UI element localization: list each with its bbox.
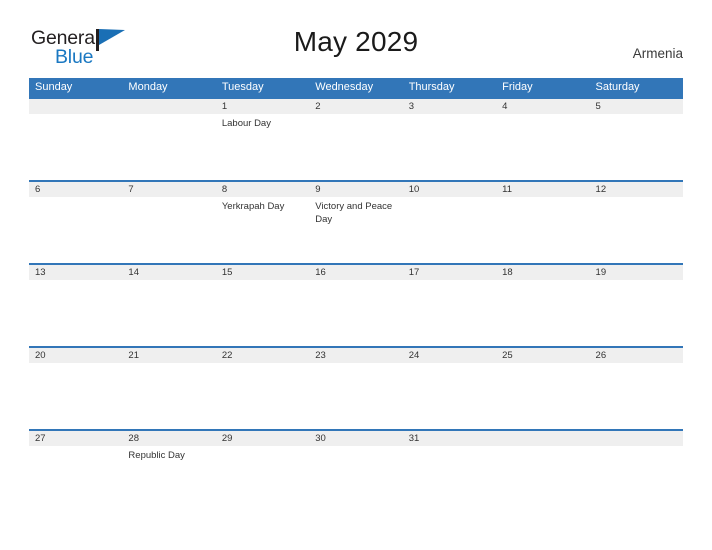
date-number[interactable]: 20: [29, 348, 122, 363]
week-date-band: 13 14 15 16 17 18 19: [29, 265, 683, 280]
day-event[interactable]: [29, 114, 122, 180]
day-event[interactable]: [29, 280, 122, 346]
weekday-header-row: Sunday Monday Tuesday Wednesday Thursday…: [29, 78, 683, 97]
day-event[interactable]: [216, 363, 309, 429]
date-number[interactable]: 13: [29, 265, 122, 280]
date-number[interactable]: 24: [403, 348, 496, 363]
week-row: 27 28 29 30 31 Republic Day: [29, 429, 683, 476]
day-event[interactable]: [216, 280, 309, 346]
date-number[interactable]: 1: [216, 99, 309, 114]
day-event[interactable]: [590, 114, 683, 180]
date-number[interactable]: 3: [403, 99, 496, 114]
week-date-band: 20 21 22 23 24 25 26: [29, 348, 683, 363]
calendar-page: General Blue May 2029 Armenia Sunday Mon…: [0, 0, 712, 550]
day-event[interactable]: [403, 197, 496, 263]
day-event[interactable]: [496, 197, 589, 263]
weekday-tuesday: Tuesday: [221, 81, 264, 93]
date-number[interactable]: 28: [122, 431, 215, 446]
day-event[interactable]: [122, 280, 215, 346]
week-row: 13 14 15 16 17 18 19: [29, 263, 683, 346]
day-event[interactable]: [403, 446, 496, 476]
weekday-friday: Friday: [502, 81, 533, 93]
date-number[interactable]: 30: [309, 431, 402, 446]
date-number[interactable]: 12: [590, 182, 683, 197]
page-title: May 2029: [293, 26, 419, 57]
week-event-row: [29, 280, 683, 346]
day-event[interactable]: Republic Day: [122, 446, 215, 476]
day-event[interactable]: [29, 197, 122, 263]
date-number[interactable]: 10: [403, 182, 496, 197]
day-event[interactable]: [29, 446, 122, 476]
day-event[interactable]: [309, 363, 402, 429]
date-number[interactable]: 17: [403, 265, 496, 280]
weekday-monday: Monday: [128, 81, 168, 93]
week-row: 6 7 8 9 10 11 12 Yerkrapah Day Victory a…: [29, 180, 683, 263]
date-number[interactable]: 2: [309, 99, 402, 114]
date-number[interactable]: 11: [496, 182, 589, 197]
date-number[interactable]: 8: [216, 182, 309, 197]
day-event[interactable]: [590, 363, 683, 429]
day-event[interactable]: [309, 114, 402, 180]
date-number[interactable]: 15: [216, 265, 309, 280]
week-row: 1 2 3 4 5 Labour Day: [29, 97, 683, 180]
date-number[interactable]: [122, 99, 215, 114]
day-event[interactable]: [496, 114, 589, 180]
date-number[interactable]: 26: [590, 348, 683, 363]
day-event[interactable]: [309, 280, 402, 346]
page-header: General Blue May 2029 Armenia: [0, 0, 712, 67]
weekday-thursday: Thursday: [408, 81, 455, 93]
day-event[interactable]: Labour Day: [216, 114, 309, 180]
week-event-row: Republic Day: [29, 446, 683, 476]
day-event[interactable]: [403, 280, 496, 346]
day-event[interactable]: [496, 280, 589, 346]
week-event-row: Labour Day: [29, 114, 683, 180]
day-event[interactable]: [309, 446, 402, 476]
date-number[interactable]: 27: [29, 431, 122, 446]
week-event-row: Yerkrapah Day Victory and Peace Day: [29, 197, 683, 263]
week-date-band: 6 7 8 9 10 11 12: [29, 182, 683, 197]
day-event[interactable]: [496, 446, 589, 476]
week-date-band: 27 28 29 30 31: [29, 431, 683, 446]
date-number[interactable]: 25: [496, 348, 589, 363]
date-number[interactable]: 14: [122, 265, 215, 280]
date-number[interactable]: 21: [122, 348, 215, 363]
day-event[interactable]: [590, 197, 683, 263]
calendar-grid: Sunday Monday Tuesday Wednesday Thursday…: [29, 78, 683, 476]
day-event[interactable]: Yerkrapah Day: [216, 197, 309, 263]
date-number[interactable]: 22: [216, 348, 309, 363]
date-number[interactable]: 5: [590, 99, 683, 114]
week-row: 20 21 22 23 24 25 26: [29, 346, 683, 429]
date-number[interactable]: 7: [122, 182, 215, 197]
week-date-band: 1 2 3 4 5: [29, 99, 683, 114]
date-number[interactable]: 29: [216, 431, 309, 446]
date-number[interactable]: 19: [590, 265, 683, 280]
weekday-wednesday: Wednesday: [315, 81, 374, 93]
day-event[interactable]: [590, 280, 683, 346]
day-event[interactable]: [496, 363, 589, 429]
day-event[interactable]: [590, 446, 683, 476]
day-event[interactable]: [29, 363, 122, 429]
day-event[interactable]: [403, 363, 496, 429]
date-number[interactable]: 16: [309, 265, 402, 280]
country-label: Armenia: [632, 46, 683, 61]
date-number[interactable]: 23: [309, 348, 402, 363]
date-number[interactable]: [590, 431, 683, 446]
date-number[interactable]: [29, 99, 122, 114]
date-number[interactable]: [496, 431, 589, 446]
day-event[interactable]: [122, 363, 215, 429]
date-number[interactable]: 9: [309, 182, 402, 197]
day-event[interactable]: [403, 114, 496, 180]
date-number[interactable]: 6: [29, 182, 122, 197]
day-event[interactable]: Victory and Peace Day: [309, 197, 402, 263]
week-event-row: [29, 363, 683, 429]
weekday-sunday: Sunday: [35, 81, 73, 93]
date-number[interactable]: 4: [496, 99, 589, 114]
day-event[interactable]: [216, 446, 309, 476]
day-event[interactable]: [122, 114, 215, 180]
date-number[interactable]: 31: [403, 431, 496, 446]
weekday-saturday: Saturday: [595, 81, 640, 93]
day-event[interactable]: [122, 197, 215, 263]
date-number[interactable]: 18: [496, 265, 589, 280]
